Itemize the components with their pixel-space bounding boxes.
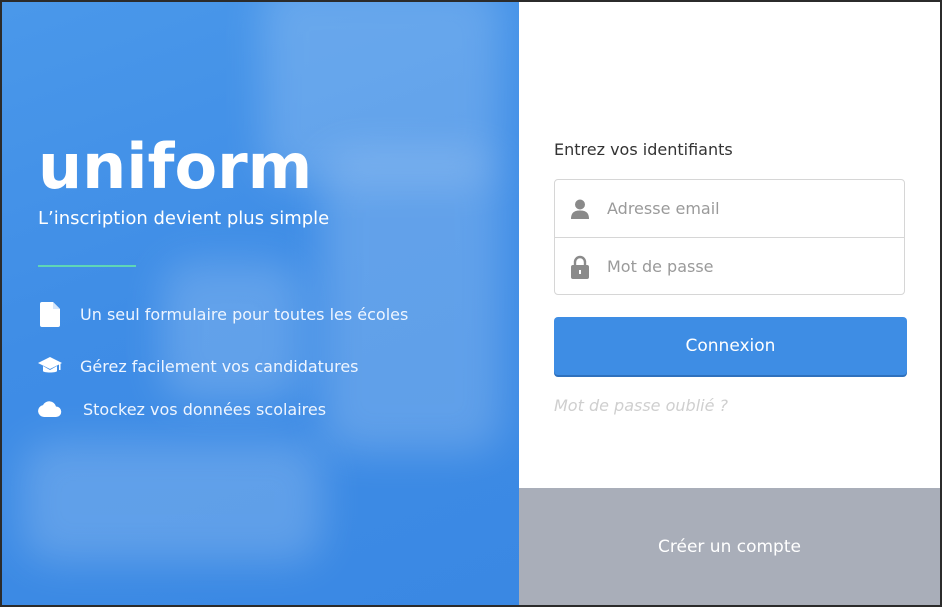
feature-item: Gérez facilement vos candidatures [38, 353, 359, 379]
hero-panel: uniform L’inscription devient plus simpl… [2, 2, 519, 605]
password-input[interactable] [607, 257, 887, 276]
lock-icon [555, 255, 605, 279]
document-icon [38, 301, 62, 327]
feature-item: Stockez vos données scolaires [38, 396, 326, 422]
credentials-group [554, 179, 905, 295]
login-prompt: Entrez vos identifiants [554, 140, 733, 159]
graduation-cap-icon [38, 353, 62, 379]
create-account-link[interactable]: Créer un compte [658, 537, 801, 557]
feature-label: Un seul formulaire pour toutes les école… [80, 304, 409, 324]
create-account-bar[interactable]: Créer un compte [519, 488, 940, 605]
brand-logo: uniform [38, 130, 313, 203]
email-field-row [555, 180, 904, 237]
email-input[interactable] [607, 199, 887, 218]
cloud-icon [38, 396, 62, 422]
forgot-password-link[interactable]: Mot de passe oublié ? [554, 396, 728, 415]
tagline: L’inscription devient plus simple [38, 208, 330, 229]
feature-item: Un seul formulaire pour toutes les école… [38, 301, 408, 327]
accent-divider [38, 265, 136, 267]
user-icon [555, 199, 605, 219]
feature-label: Stockez vos données scolaires [83, 399, 327, 419]
feature-label: Gérez facilement vos candidatures [80, 356, 359, 376]
login-window: uniform L’inscription devient plus simpl… [2, 2, 940, 605]
login-panel: Entrez vos identifiants Adresse email Co… [519, 2, 940, 488]
login-button[interactable]: Connexion [554, 317, 907, 375]
password-field-row [555, 237, 904, 295]
